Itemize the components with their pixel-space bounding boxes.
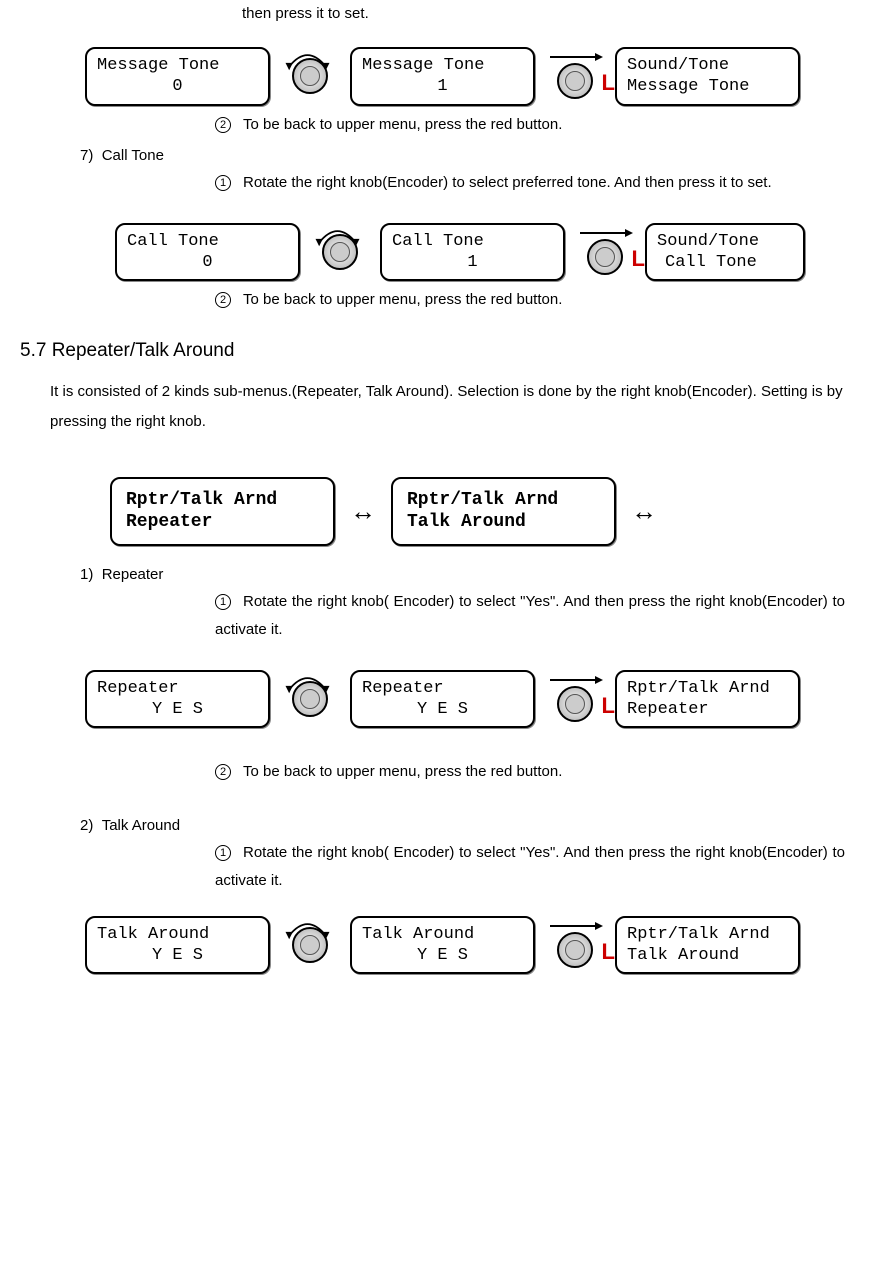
lcd-line: Rptr/Talk Arnd	[407, 489, 600, 512]
repeater-diagram: Repeater Y E S Repeater Y E S	[85, 670, 865, 729]
step-body: Rotate the right knob(Encoder) to select…	[243, 174, 772, 191]
circled-1-icon: 1	[215, 594, 231, 610]
circled-2-icon: 2	[215, 292, 231, 308]
list-item-1: 1) Repeater	[80, 566, 865, 583]
lcd-line: Rptr/Talk Arnd	[627, 678, 788, 699]
step-body: To be back to upper menu, press the red …	[243, 291, 562, 308]
knob-press-icon: L	[540, 674, 610, 724]
lcd-line: Sound/Tone	[627, 55, 788, 76]
lcd-line: Y E S	[97, 699, 258, 720]
lcd-line: Y E S	[362, 699, 523, 720]
step-body: To be back to upper menu, press the red …	[243, 116, 562, 133]
step-text: 1Rotate the right knob( Encoder) to sele…	[215, 588, 845, 645]
double-arrow-icon: ↔	[631, 496, 657, 527]
step-text: 2 To be back to upper menu, press the red…	[215, 111, 865, 140]
step-text: 1Rotate the right knob( Encoder) to sele…	[215, 839, 845, 896]
step-text: 2 To be back to upper menu, press the red…	[215, 758, 865, 787]
lcd-box-message-tone-0: Message Tone 0	[85, 47, 270, 106]
lcd-line: 1	[362, 76, 523, 97]
knob-press-icon: L	[540, 51, 610, 101]
talk-around-diagram: Talk Around Y E S Talk Around Y E S	[85, 916, 865, 975]
item-title: Call Tone	[102, 147, 164, 164]
rptr-talk-around-diagram: Rptr/Talk Arnd Repeater ↔ Rptr/Talk Arnd…	[110, 477, 865, 546]
lcd-line: Y E S	[97, 945, 258, 966]
lcd-line: Call Tone	[392, 231, 553, 252]
lcd-box-rptr-talkaround: Rptr/Talk Arnd Talk Around	[615, 916, 800, 975]
double-arrow-icon: ↔	[350, 496, 376, 527]
list-item-2: 2) Talk Around	[80, 817, 865, 834]
lcd-line: Rptr/Talk Arnd	[126, 489, 319, 512]
lcd-line: 0	[127, 252, 288, 273]
step-text: 2 To be back to upper menu, press the red…	[215, 286, 865, 315]
lcd-line: Repeater	[126, 511, 319, 534]
continuation-text: then press it to set.	[242, 0, 865, 27]
item-title: Talk Around	[102, 817, 180, 834]
lcd-line: Talk Around	[362, 924, 523, 945]
knob-press-icon: L	[570, 227, 640, 277]
item-number: 2)	[80, 817, 93, 834]
lcd-line: Message Tone	[97, 55, 258, 76]
lcd-box-rptr-repeater: Rptr/Talk Arnd Repeater	[110, 477, 335, 546]
message-tone-diagram: Message Tone 0 Message Tone 1	[85, 47, 865, 106]
lcd-box-call-tone-0: Call Tone 0	[115, 223, 300, 282]
knob-rotate-icon	[275, 56, 345, 96]
lcd-line: Talk Around	[97, 924, 258, 945]
knob-rotate-icon	[305, 232, 375, 272]
item-number: 7)	[80, 147, 93, 164]
step-body: To be back to upper menu, press the red …	[243, 763, 562, 780]
circled-2-icon: 2	[215, 764, 231, 780]
lcd-line: 0	[97, 76, 258, 97]
lcd-line: Talk Around	[407, 511, 600, 534]
lcd-line: Y E S	[362, 945, 523, 966]
section-heading-5-7: 5.7 Repeater/Talk Around	[20, 340, 865, 362]
knob-press-icon: L	[540, 920, 610, 970]
lcd-line: Sound/Tone	[657, 231, 793, 252]
list-item-7: 7) Call Tone	[80, 147, 865, 164]
knob-rotate-icon	[275, 925, 345, 965]
lcd-box-rptr-talkaround: Rptr/Talk Arnd Talk Around	[391, 477, 616, 546]
lcd-line: Call Tone	[127, 231, 288, 252]
step-body: Rotate the right knob( Encoder) to selec…	[215, 593, 845, 639]
lcd-box-message-tone-1: Message Tone 1	[350, 47, 535, 106]
item-number: 1)	[80, 566, 93, 583]
item-title: Repeater	[102, 566, 164, 583]
circled-1-icon: 1	[215, 845, 231, 861]
section-body: It is consisted of 2 kinds sub-menus.(Re…	[50, 377, 845, 437]
lcd-box-sound-tone: Sound/Tone Message Tone	[615, 47, 800, 106]
lcd-box-talkaround-yes-2: Talk Around Y E S	[350, 916, 535, 975]
lcd-box-repeater-yes-2: Repeater Y E S	[350, 670, 535, 729]
lcd-line: Talk Around	[627, 945, 788, 966]
lcd-box-talkaround-yes: Talk Around Y E S	[85, 916, 270, 975]
lcd-box-sound-tone: Sound/Tone Call Tone	[645, 223, 805, 282]
lcd-box-call-tone-1: Call Tone 1	[380, 223, 565, 282]
lcd-line: Repeater	[97, 678, 258, 699]
lcd-box-repeater-yes: Repeater Y E S	[85, 670, 270, 729]
lcd-line: Message Tone	[627, 76, 788, 97]
lcd-line: 1	[392, 252, 553, 273]
lcd-line: Repeater	[627, 699, 788, 720]
circled-2-icon: 2	[215, 117, 231, 133]
circled-1-icon: 1	[215, 175, 231, 191]
call-tone-diagram: Call Tone 0 Call Tone 1	[115, 223, 865, 282]
lcd-line: Rptr/Talk Arnd	[627, 924, 788, 945]
lcd-line: Call Tone	[657, 252, 793, 273]
lcd-box-rptr-repeater: Rptr/Talk Arnd Repeater	[615, 670, 800, 729]
step-body: Rotate the right knob( Encoder) to selec…	[215, 844, 845, 890]
knob-rotate-icon	[275, 679, 345, 719]
lcd-line: Repeater	[362, 678, 523, 699]
step-text: 1 Rotate the right knob(Encoder) to selec…	[215, 169, 845, 198]
lcd-line: Message Tone	[362, 55, 523, 76]
